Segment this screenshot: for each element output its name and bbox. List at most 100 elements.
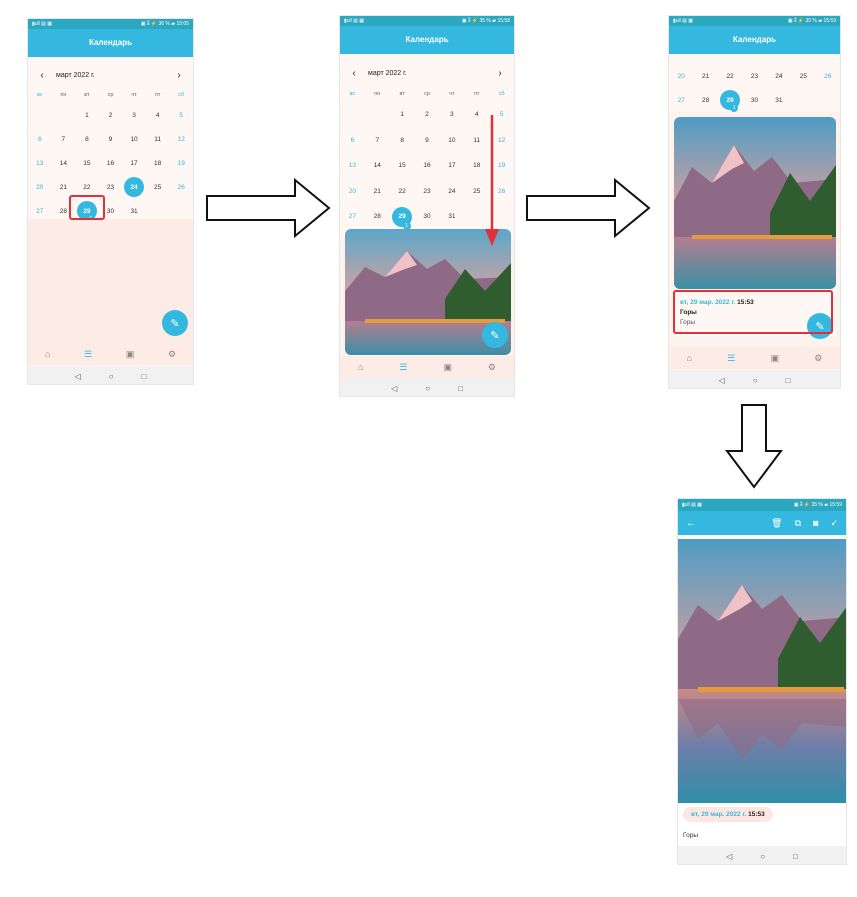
sys-home-icon[interactable]: ○: [760, 852, 765, 861]
calendar-day[interactable]: 25: [146, 175, 170, 199]
calendar-day[interactable]: 27: [669, 88, 693, 112]
calendar-day[interactable]: 12: [169, 127, 193, 151]
calendar-day[interactable]: 8: [390, 128, 415, 154]
sys-recent-icon[interactable]: □: [786, 376, 791, 385]
edit-fab-button[interactable]: ✎: [162, 310, 188, 336]
calendar-day[interactable]: 15: [75, 151, 99, 175]
calendar-day[interactable]: 21: [365, 179, 390, 205]
calendar-day[interactable]: 30: [415, 204, 440, 230]
gear-icon[interactable]: ⚙: [814, 353, 822, 364]
sys-back-icon[interactable]: ◁: [75, 372, 81, 381]
gear-icon[interactable]: ⚙: [488, 362, 496, 373]
status-bar: ▮ull ▤ ▦ ▣ ⁑ ⚡ 36 % ▰ 15:05: [28, 19, 193, 29]
calendar-day[interactable]: 13: [28, 151, 52, 175]
prev-month-icon[interactable]: ‹: [28, 70, 56, 81]
calendar-day[interactable]: 18: [146, 151, 170, 175]
calendar-day[interactable]: 23: [415, 179, 440, 205]
calendar-day[interactable]: 24: [122, 175, 146, 199]
home-icon[interactable]: ⌂: [687, 353, 692, 363]
calendar-day[interactable]: 26: [816, 64, 840, 88]
gear-icon[interactable]: ⚙: [168, 349, 176, 360]
note-photo[interactable]: [674, 117, 836, 289]
calendar-day[interactable]: 17: [439, 153, 464, 179]
status-right: ▣ ⁑ ⚡ 35 % ▰ 15:58: [461, 18, 510, 24]
sys-home-icon[interactable]: ○: [753, 376, 758, 385]
edit-fab-button[interactable]: ✎: [482, 322, 508, 348]
calendar-day[interactable]: 2: [415, 102, 440, 128]
calendar-day[interactable]: 11: [146, 127, 170, 151]
calendar-day[interactable]: 4: [146, 103, 170, 127]
calendar-day[interactable]: 28: [365, 204, 390, 230]
calendar-day[interactable]: 9: [415, 128, 440, 154]
copy-icon[interactable]: ⧉: [795, 518, 801, 529]
calendar-day[interactable]: 17: [122, 151, 146, 175]
trash-icon[interactable]: 🗑: [771, 518, 782, 529]
calendar-day[interactable]: 10: [439, 128, 464, 154]
calendar-day[interactable]: 3: [122, 103, 146, 127]
weekday-header: пт: [154, 92, 161, 98]
calendar-day[interactable]: 24: [439, 179, 464, 205]
calendar-day[interactable]: 26: [169, 175, 193, 199]
sys-recent-icon[interactable]: □: [142, 372, 147, 381]
calendar-day[interactable]: 21: [693, 64, 717, 88]
calendar-day[interactable]: 22: [718, 64, 742, 88]
calendar-day[interactable]: 16: [415, 153, 440, 179]
note-photo-large[interactable]: [678, 539, 846, 803]
calendar-day[interactable]: 2: [99, 103, 123, 127]
calendar-day[interactable]: 24: [767, 64, 791, 88]
next-month-icon[interactable]: ›: [486, 68, 514, 79]
calendar-day[interactable]: 9: [99, 127, 123, 151]
camera-icon[interactable]: ◙: [813, 518, 818, 529]
calendar-day[interactable]: 3: [439, 102, 464, 128]
sys-recent-icon[interactable]: □: [793, 852, 798, 861]
calendar-day[interactable]: 27: [340, 204, 365, 230]
calendar-day[interactable]: 14: [365, 153, 390, 179]
check-icon[interactable]: ✓: [830, 518, 838, 529]
list-icon[interactable]: ☰: [399, 362, 407, 373]
image-icon[interactable]: ▣: [126, 349, 135, 360]
calendar-day[interactable]: 1: [390, 102, 415, 128]
image-icon[interactable]: ▣: [443, 362, 452, 373]
home-icon[interactable]: ⌂: [358, 362, 363, 372]
calendar-day[interactable]: 20: [28, 175, 52, 199]
sys-back-icon[interactable]: ◁: [719, 376, 725, 385]
calendar-day[interactable]: 5: [169, 103, 193, 127]
list-icon[interactable]: ☰: [727, 353, 735, 364]
home-icon[interactable]: ⌂: [45, 349, 50, 359]
back-arrow-icon[interactable]: ←: [686, 518, 696, 529]
calendar-day[interactable]: 22: [390, 179, 415, 205]
calendar-day[interactable]: 14: [52, 151, 76, 175]
calendar-day[interactable]: 8: [75, 127, 99, 151]
calendar-day[interactable]: 1: [75, 103, 99, 127]
sys-home-icon[interactable]: ○: [109, 372, 114, 381]
sys-back-icon[interactable]: ◁: [726, 852, 732, 861]
note-body[interactable]: Горы: [683, 832, 698, 839]
list-icon[interactable]: ☰: [84, 349, 92, 360]
calendar-day[interactable]: 6: [28, 127, 52, 151]
calendar-day[interactable]: 20: [669, 64, 693, 88]
calendar-day[interactable]: 23: [742, 64, 766, 88]
calendar-day[interactable]: 19: [169, 151, 193, 175]
calendar-day[interactable]: 30: [742, 88, 766, 112]
sys-recent-icon[interactable]: □: [458, 384, 463, 393]
calendar-day[interactable]: 13: [340, 153, 365, 179]
calendar-day[interactable]: 25: [791, 64, 815, 88]
calendar-day[interactable]: 20: [340, 179, 365, 205]
calendar-day[interactable]: 15: [390, 153, 415, 179]
sys-back-icon[interactable]: ◁: [391, 384, 397, 393]
calendar-day[interactable]: 16: [99, 151, 123, 175]
prev-month-icon[interactable]: ‹: [340, 68, 368, 79]
calendar-day[interactable]: 10: [122, 127, 146, 151]
today-day[interactable]: 24: [124, 177, 145, 197]
calendar-day[interactable]: 31: [439, 204, 464, 230]
sys-home-icon[interactable]: ○: [425, 384, 430, 393]
calendar-day[interactable]: 7: [52, 127, 76, 151]
image-icon[interactable]: ▣: [771, 353, 780, 364]
next-month-icon[interactable]: ›: [165, 70, 193, 81]
calendar-day[interactable]: 6: [340, 128, 365, 154]
calendar-day[interactable]: 291: [390, 204, 415, 230]
calendar-day[interactable]: 291: [718, 88, 742, 112]
calendar-day[interactable]: 31: [767, 88, 791, 112]
calendar-day[interactable]: 7: [365, 128, 390, 154]
calendar-day[interactable]: 28: [693, 88, 717, 112]
